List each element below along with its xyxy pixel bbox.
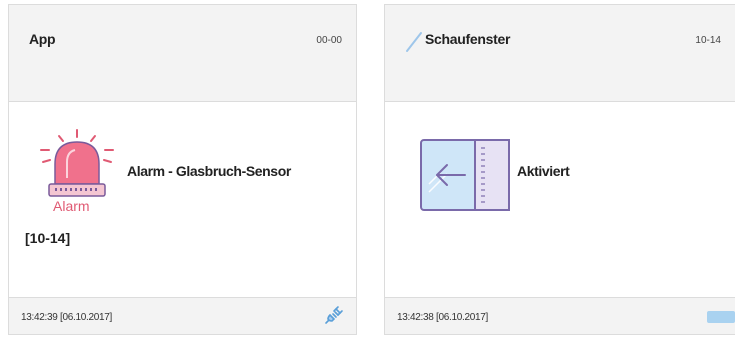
card-footer: 13:42:38 [06.10.2017] [385, 297, 735, 334]
device-card-app[interactable]: App 00-00 Alarm Alarm - Glasbruch-Sensor… [8, 4, 357, 335]
device-card-schaufenster[interactable]: Schaufenster 10-14 Aktiviert 13:42:38 [0… [384, 4, 735, 335]
device-status-text: Alarm - Glasbruch-Sensor [127, 163, 291, 179]
siren-alarm-icon [37, 128, 117, 205]
device-range-text: [10-14] [25, 230, 71, 246]
device-status-text: Aktiviert [517, 163, 570, 179]
status-indicator-icon[interactable] [707, 310, 735, 328]
card-header: Schaufenster 10-14 [385, 5, 735, 102]
card-title: Schaufenster [425, 31, 511, 47]
pencil-icon[interactable] [405, 31, 423, 58]
card-header: App 00-00 [9, 5, 356, 102]
alarm-icon-label: Alarm [53, 198, 90, 214]
timestamp: 13:42:39 [06.10.2017] [21, 312, 113, 323]
plug-icon[interactable] [322, 305, 344, 332]
card-code: 00-00 [316, 35, 342, 46]
card-title: App [29, 31, 56, 47]
card-footer: 13:42:39 [06.10.2017] [9, 297, 356, 334]
card-body: Alarm Alarm - Glasbruch-Sensor [10-14] [9, 102, 356, 299]
card-code: 10-14 [695, 35, 721, 46]
window-arrow-icon [419, 138, 511, 217]
card-body: Aktiviert [385, 102, 735, 299]
timestamp: 13:42:38 [06.10.2017] [397, 312, 489, 323]
